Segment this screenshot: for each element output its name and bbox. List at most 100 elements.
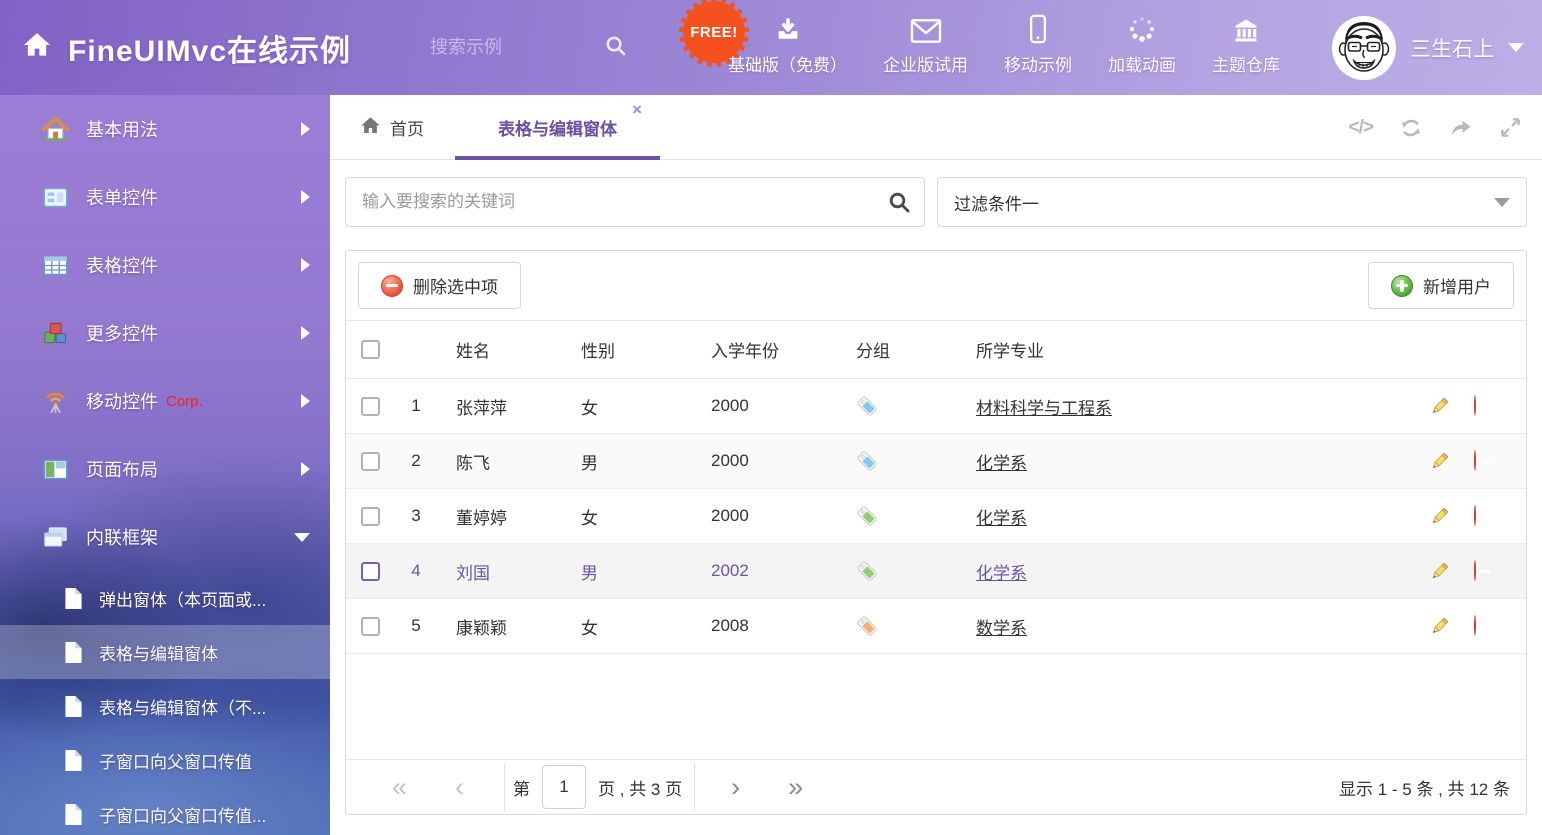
file-icon bbox=[64, 695, 83, 718]
tab-home[interactable]: 首页 bbox=[360, 95, 424, 160]
column-header-major[interactable]: 所学专业 bbox=[956, 337, 1409, 362]
table-row: 5 康颖颖 女 2008 数学系 bbox=[346, 599, 1526, 654]
delete-selected-button[interactable]: 删除选中项 bbox=[358, 262, 521, 309]
user-menu[interactable]: 三生石上 bbox=[1332, 0, 1524, 95]
search-icon[interactable] bbox=[887, 190, 911, 219]
corp-badge: Corp. bbox=[166, 393, 203, 410]
app-logo[interactable]: FineUIMvc在线示例 bbox=[22, 0, 351, 95]
delete-row-icon[interactable] bbox=[1474, 615, 1476, 636]
edit-icon[interactable] bbox=[1429, 451, 1450, 472]
next-page-button[interactable]: › bbox=[731, 774, 740, 801]
delete-row-icon[interactable] bbox=[1474, 505, 1476, 526]
frames-icon bbox=[42, 524, 69, 551]
search-icon[interactable] bbox=[604, 34, 627, 62]
sidebar-item-form-controls[interactable]: 表单控件 bbox=[0, 163, 330, 231]
sidebar-item-iframe[interactable]: 内联框架 bbox=[0, 503, 330, 571]
delete-row-icon[interactable] bbox=[1474, 450, 1476, 471]
chevron-right-icon bbox=[301, 122, 310, 136]
nav-item-mobile-demo[interactable]: 移动示例 bbox=[1004, 12, 1072, 76]
nav-item-enterprise-trial[interactable]: 企业版试用 bbox=[883, 12, 968, 76]
column-header-gender[interactable]: 性别 bbox=[561, 337, 691, 362]
major-link[interactable]: 数学系 bbox=[976, 619, 1027, 638]
chevron-right-icon bbox=[301, 258, 310, 272]
download-icon bbox=[773, 12, 803, 44]
sidebar-subitem-grid-edit-window-2[interactable]: 表格与编辑窗体（不... bbox=[0, 679, 330, 733]
pagination-divider bbox=[504, 763, 505, 811]
chevron-right-icon bbox=[301, 190, 310, 204]
edit-icon[interactable] bbox=[1429, 396, 1450, 417]
file-icon bbox=[64, 749, 83, 772]
sidebar-subitem-popup-window[interactable]: 弹出窗体（本页面或... bbox=[0, 571, 330, 625]
sidebar-subitem-child-to-parent-2[interactable]: 子窗口向父窗口传值... bbox=[0, 787, 330, 835]
app-title: FineUIMvc在线示例 bbox=[68, 26, 351, 70]
mobile-icon bbox=[1029, 12, 1047, 44]
cell-gender: 男 bbox=[561, 559, 691, 584]
tag-icon bbox=[856, 615, 878, 637]
nav-item-theme-store[interactable]: 主题仓库 bbox=[1212, 12, 1280, 76]
column-header-group[interactable]: 分组 bbox=[836, 337, 956, 362]
page-prefix: 第 bbox=[513, 775, 530, 800]
row-index: 5 bbox=[396, 616, 436, 636]
sidebar-subitem-grid-edit-window[interactable]: 表格与编辑窗体 bbox=[0, 625, 330, 679]
form-icon bbox=[42, 184, 69, 211]
row-checkbox[interactable] bbox=[361, 617, 380, 636]
keyword-search-input[interactable] bbox=[345, 177, 925, 227]
row-checkbox[interactable] bbox=[361, 452, 380, 471]
cell-gender: 女 bbox=[561, 394, 691, 419]
column-header-name[interactable]: 姓名 bbox=[436, 337, 561, 362]
spinner-icon bbox=[1127, 12, 1157, 44]
add-user-button[interactable]: 新增用户 bbox=[1368, 262, 1514, 309]
keyword-search bbox=[345, 177, 925, 227]
first-page-button[interactable]: « bbox=[392, 774, 407, 801]
edit-icon[interactable] bbox=[1429, 561, 1450, 582]
table-row: 1 张萍萍 女 2000 材料科学与工程系 bbox=[346, 379, 1526, 434]
major-link[interactable]: 化学系 bbox=[976, 454, 1027, 473]
tab-grid-edit-window[interactable]: 表格与编辑窗体 × bbox=[455, 95, 660, 160]
select-all-checkbox[interactable] bbox=[361, 340, 380, 359]
file-icon bbox=[64, 587, 83, 610]
source-code-icon[interactable]: </> bbox=[1349, 117, 1373, 139]
bank-icon bbox=[1231, 12, 1261, 44]
nav-item-basic-edition[interactable]: 基础版（免费） bbox=[728, 12, 847, 76]
close-icon[interactable]: × bbox=[632, 101, 642, 118]
cell-year: 2000 bbox=[691, 451, 836, 471]
sidebar-item-grid-controls[interactable]: 表格控件 bbox=[0, 231, 330, 299]
avatar[interactable] bbox=[1332, 16, 1396, 80]
house-icon bbox=[42, 116, 69, 143]
row-checkbox[interactable] bbox=[361, 507, 380, 526]
fullscreen-icon[interactable] bbox=[1499, 116, 1522, 139]
header-search-input[interactable] bbox=[430, 37, 590, 58]
pagination-bar: « ‹ 第 页 , 共 3 页 › » 显示 1 - 5 条 , 共 12 条 bbox=[346, 759, 1526, 814]
cell-name: 董婷婷 bbox=[436, 504, 561, 529]
major-link[interactable]: 材料科学与工程系 bbox=[976, 399, 1112, 418]
filter-dropdown-value: 过滤条件一 bbox=[954, 190, 1039, 215]
edit-icon[interactable] bbox=[1429, 506, 1450, 527]
cubes-icon bbox=[42, 320, 69, 347]
cell-gender: 女 bbox=[561, 504, 691, 529]
sidebar-item-page-layout[interactable]: 页面布局 bbox=[0, 435, 330, 503]
row-checkbox[interactable] bbox=[361, 562, 380, 581]
row-checkbox[interactable] bbox=[361, 397, 380, 416]
tab-bar: 首页 表格与编辑窗体 × </> bbox=[330, 95, 1542, 160]
sidebar-item-mobile-controls[interactable]: 移动控件 Corp. bbox=[0, 367, 330, 435]
major-link[interactable]: 化学系 bbox=[976, 564, 1027, 583]
table-row: 2 陈飞 男 2000 化学系 bbox=[346, 434, 1526, 489]
column-header-year[interactable]: 入学年份 bbox=[691, 337, 836, 362]
major-link[interactable]: 化学系 bbox=[976, 509, 1027, 528]
nav-item-loading-anim[interactable]: 加载动画 bbox=[1108, 12, 1176, 76]
refresh-icon[interactable] bbox=[1399, 116, 1423, 140]
sidebar-subitem-child-to-parent[interactable]: 子窗口向父窗口传值 bbox=[0, 733, 330, 787]
delete-row-icon[interactable] bbox=[1474, 560, 1476, 581]
filter-dropdown[interactable]: 过滤条件一 bbox=[937, 177, 1527, 227]
prev-page-button[interactable]: ‹ bbox=[455, 774, 464, 801]
row-index: 2 bbox=[396, 451, 436, 471]
edit-icon[interactable] bbox=[1429, 616, 1450, 637]
main-content: 首页 表格与编辑窗体 × </> bbox=[330, 95, 1542, 835]
open-new-window-icon[interactable] bbox=[1449, 116, 1473, 140]
delete-row-icon[interactable] bbox=[1474, 395, 1476, 416]
username: 三生石上 bbox=[1410, 33, 1494, 63]
sidebar-item-basic-usage[interactable]: 基本用法 bbox=[0, 95, 330, 163]
last-page-button[interactable]: » bbox=[788, 774, 803, 801]
sidebar-item-more-controls[interactable]: 更多控件 bbox=[0, 299, 330, 367]
page-number-input[interactable] bbox=[542, 765, 586, 809]
